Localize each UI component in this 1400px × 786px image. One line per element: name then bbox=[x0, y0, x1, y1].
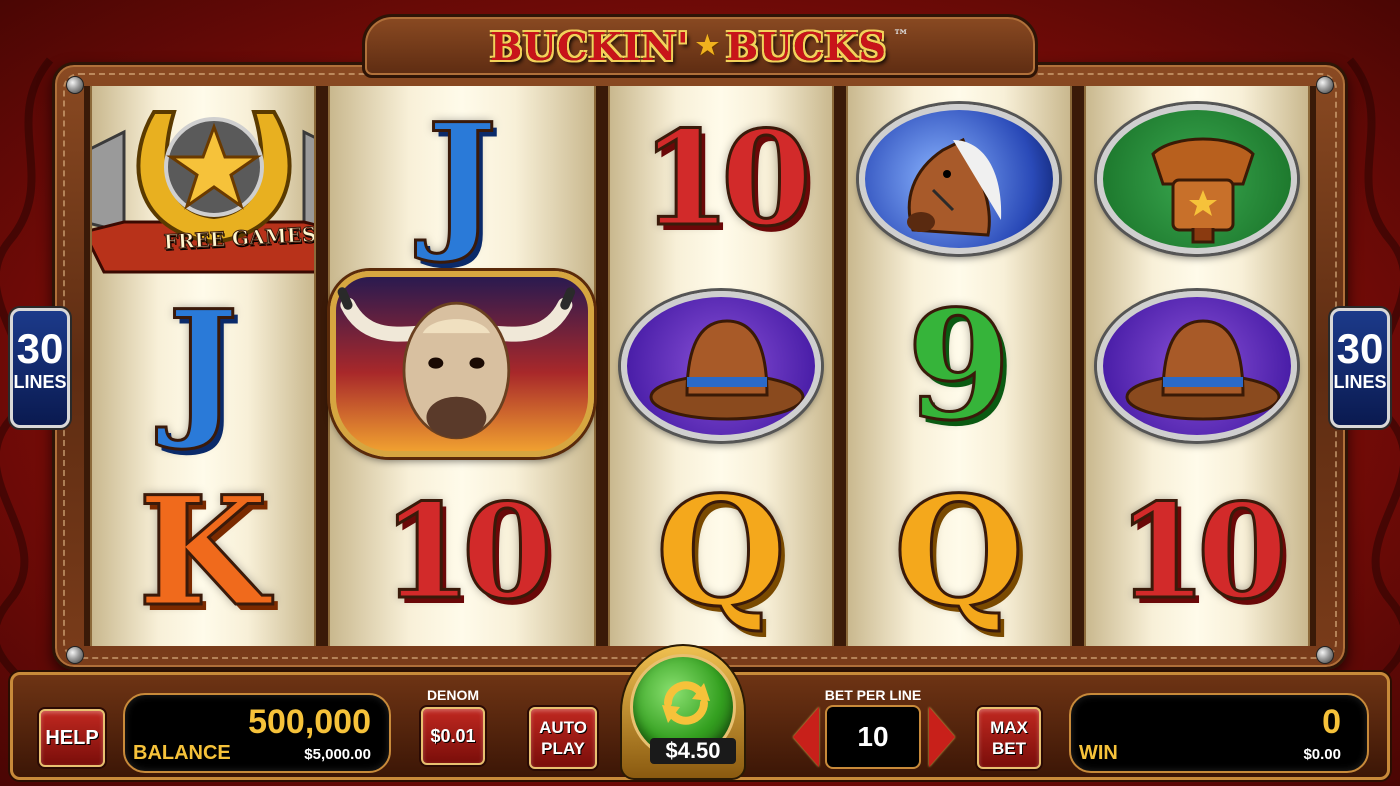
rivet-icon bbox=[1316, 76, 1334, 94]
symbol-10: 10 bbox=[639, 102, 813, 256]
star-icon: ★ bbox=[695, 31, 720, 61]
bull-icon bbox=[330, 270, 594, 457]
reel-cell: 10 bbox=[1086, 459, 1308, 646]
denom-label: DENOM bbox=[426, 687, 480, 703]
reel-cell: J bbox=[330, 86, 594, 273]
symbol-10: 10 bbox=[380, 475, 554, 629]
balance-credits: 500,000 bbox=[248, 703, 371, 741]
title-plate: BUCKIN' ★ BUCKS ™ bbox=[362, 14, 1038, 78]
help-button[interactable]: HELP bbox=[39, 709, 105, 767]
symbol-q: Q bbox=[654, 464, 788, 641]
autoplay-label-2: PLAY bbox=[541, 739, 585, 758]
reel-cell: J bbox=[92, 273, 314, 460]
max-bet-label-2: BET bbox=[992, 739, 1026, 758]
cowboy-hat-icon bbox=[621, 290, 821, 441]
autoplay-button[interactable]: AUTO PLAY bbox=[529, 707, 597, 769]
reel-cell bbox=[330, 270, 594, 460]
reel-cell: K bbox=[92, 459, 314, 646]
reel-cell: Q bbox=[848, 459, 1070, 646]
rivet-icon bbox=[1316, 646, 1334, 664]
symbol-j: J bbox=[425, 91, 499, 268]
reel-cell: 9 bbox=[848, 273, 1070, 460]
win-display: 0 WIN $0.00 bbox=[1069, 693, 1369, 773]
reel-cell: Q bbox=[610, 459, 832, 646]
balance-dollars: $5,000.00 bbox=[304, 746, 371, 763]
bet-per-line-value: 10 bbox=[825, 705, 921, 769]
max-bet-button[interactable]: MAX BET bbox=[977, 707, 1041, 769]
title-left: BUCKIN' bbox=[490, 23, 690, 69]
rivet-icon bbox=[66, 646, 84, 664]
reel-cell bbox=[848, 86, 1070, 273]
symbol-j: J bbox=[166, 277, 240, 454]
reel-2: J 10 bbox=[328, 86, 596, 646]
balance-display: 500,000 BALANCE $5,000.00 bbox=[123, 693, 391, 773]
total-bet-display: $4.50 bbox=[650, 738, 736, 764]
reel-cell bbox=[1086, 273, 1308, 460]
cowboy-hat-icon bbox=[1097, 290, 1297, 441]
lines-label: LINES bbox=[13, 372, 67, 392]
bet-per-line-label: BET PER LINE bbox=[824, 687, 922, 703]
autoplay-label-1: AUTO bbox=[539, 718, 587, 737]
saddle-icon bbox=[1097, 104, 1297, 255]
lines-count: 30 bbox=[16, 325, 64, 372]
bet-increase-arrow-icon[interactable] bbox=[929, 707, 955, 767]
win-label: WIN bbox=[1079, 742, 1118, 764]
lines-badge-left: 30 LINES bbox=[10, 308, 70, 428]
denom-button[interactable]: $0.01 bbox=[421, 707, 485, 765]
symbol-k: K bbox=[136, 464, 269, 641]
symbol-q: Q bbox=[892, 464, 1026, 641]
reel-5: 10 bbox=[1084, 86, 1310, 646]
reel-1: FREE GAMES J K bbox=[90, 86, 316, 646]
reel-cell bbox=[1086, 86, 1308, 273]
symbol-10: 10 bbox=[1115, 475, 1289, 629]
max-bet-label-1: MAX bbox=[990, 718, 1028, 737]
horseshoe-star-icon bbox=[92, 110, 314, 274]
bet-decrease-arrow-icon[interactable] bbox=[793, 707, 819, 767]
reel-cell bbox=[610, 273, 832, 460]
lines-count: 30 bbox=[1336, 325, 1384, 372]
reel-cell: 10 bbox=[610, 86, 832, 273]
reels: FREE GAMES J K J 10 10 Q 9 Q 10 bbox=[84, 86, 1316, 646]
reel-cell: 10 bbox=[330, 459, 594, 646]
rivet-icon bbox=[66, 76, 84, 94]
win-credits: 0 bbox=[1322, 703, 1341, 741]
trademark: ™ bbox=[892, 25, 910, 45]
horse-icon bbox=[859, 104, 1059, 255]
game-title: BUCKIN' ★ BUCKS ™ bbox=[490, 24, 910, 69]
title-right: BUCKS bbox=[726, 23, 887, 69]
lines-label: LINES bbox=[1333, 372, 1387, 392]
symbol-9: 9 bbox=[905, 277, 1012, 454]
spin-arrow-icon bbox=[662, 681, 710, 725]
reel-4: 9 Q bbox=[846, 86, 1072, 646]
balance-label: BALANCE bbox=[133, 742, 231, 764]
lines-badge-right: 30 LINES bbox=[1330, 308, 1390, 428]
reel-cell: FREE GAMES bbox=[92, 86, 314, 274]
win-dollars: $0.00 bbox=[1303, 746, 1341, 763]
reel-3: 10 Q bbox=[608, 86, 834, 646]
